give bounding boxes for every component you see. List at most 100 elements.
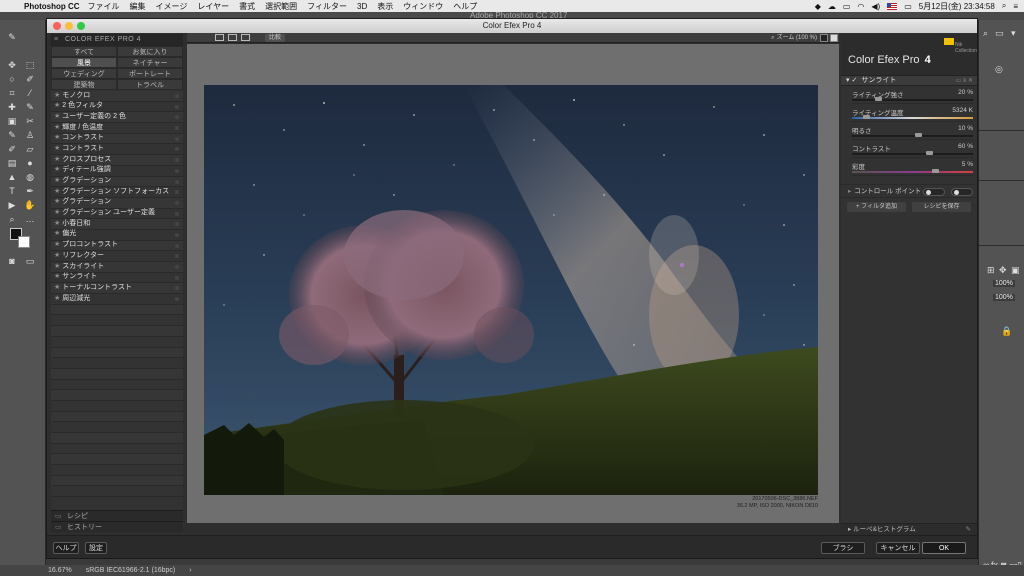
filter-item[interactable]: ★ プロコントラスト [51,240,183,252]
filter-info-icon[interactable] [175,200,179,205]
star-icon[interactable]: ★ [54,187,60,198]
clock[interactable]: 5月12日(金) 23:34:58 [919,1,995,12]
filter-info-icon[interactable] [175,158,179,163]
star-icon[interactable]: ★ [54,208,60,219]
menu-help[interactable]: ヘルプ [453,1,477,12]
filter-item[interactable]: ★ モノクロ [51,91,183,102]
history-section[interactable]: ヒストリー [51,521,183,533]
brush-tool-icon[interactable]: ✎ [24,102,36,113]
star-icon[interactable]: ★ [54,133,60,144]
slider-contrast[interactable]: コントラスト 60 % [852,140,973,158]
crop-tool-icon[interactable]: ⌗ [6,88,18,99]
filter-item[interactable]: ★ 周辺減光 [51,294,183,305]
filter-info-icon[interactable] [175,147,179,152]
menu-type[interactable]: 書式 [239,1,255,12]
workspace-icon[interactable]: ▭ [995,28,1004,39]
single-view-icon[interactable] [215,34,224,41]
slider-value[interactable]: 60 % [958,143,973,150]
menu-file[interactable]: ファイル [88,1,120,12]
slider-track[interactable] [852,135,973,137]
filter-info-icon[interactable] [175,275,179,280]
slider-knob[interactable] [915,133,922,137]
active-filter-header[interactable]: ▾ ✓ サンライト ▭ ≡ ✕ [841,75,977,86]
slider-value[interactable]: 5 % [962,161,973,168]
adjustment-icon[interactable]: ◎ [995,64,1003,75]
status-profile[interactable]: sRGB IEC61966-2.1 (16bpc) [86,567,176,574]
star-icon[interactable]: ★ [54,251,60,262]
settings-button[interactable]: 設定 [85,542,107,554]
fill-value[interactable]: 100% [993,294,1015,301]
filter-info-icon[interactable] [175,168,179,173]
cloud-icon[interactable]: ☁ [828,2,836,11]
filter-info-icon[interactable] [175,94,179,98]
star-icon[interactable]: ★ [54,176,60,187]
slider-track[interactable] [852,117,973,119]
dodge-tool-icon[interactable]: ▲ [6,172,18,183]
filter-item[interactable]: ★ クロスプロセス [51,155,183,166]
quick-mask-icon[interactable]: ◙ [6,256,18,267]
star-icon[interactable]: ★ [54,144,60,155]
filter-info-icon[interactable] [175,265,179,269]
filter-info-icon[interactable] [175,136,179,141]
menu-3d[interactable]: 3D [357,2,367,11]
star-icon[interactable]: ★ [54,219,60,230]
panel-menu-icon[interactable]: ▾ [1011,28,1016,39]
gradient-tool-icon[interactable]: ▤ [6,158,18,169]
brush-button[interactable]: ブラシ [821,542,865,554]
filter-options-icon[interactable]: ▭ ≡ ✕ [955,76,973,86]
category-wedding[interactable]: ウェディング [51,68,117,79]
status-arrow-icon[interactable]: › [189,567,191,574]
minimize-window-button[interactable] [65,22,73,30]
sponge-icon[interactable]: ◍ [24,172,36,183]
category-portrait[interactable]: ポートレート [117,68,183,79]
blur-tool-icon[interactable]: ● [24,158,36,169]
filter-info-icon[interactable] [175,232,179,237]
star-icon[interactable]: ★ [54,262,60,273]
background-white-icon[interactable] [830,34,838,42]
zoom-window-button[interactable] [77,22,85,30]
filter-item[interactable]: ★ 2 色フィルタ [51,101,183,113]
side-by-side-icon[interactable] [241,34,250,41]
filter-item[interactable]: ★ グラデーション [51,197,183,209]
slider-knob[interactable] [932,169,939,173]
star-icon[interactable]: ★ [54,197,60,208]
photo-preview[interactable] [204,85,818,495]
ok-button[interactable]: OK [922,542,966,554]
share-icon[interactable]: ⌕ [983,28,988,39]
notification-center-icon[interactable]: ≡ [1013,2,1018,11]
slider-value[interactable]: 20 % [958,89,973,96]
menu-select[interactable]: 選択範囲 [265,1,297,12]
background-black-icon[interactable] [820,34,828,42]
preview-area[interactable]: 20170506-DSC_3886.NEF 36.2 MP, ISO 2000,… [187,44,839,523]
control-points-row[interactable]: ▸ コントロール ポイント [841,184,977,198]
filter-item[interactable]: ★ ディテール強調 [51,165,183,177]
slider-light-strength[interactable]: ライティング強さ 20 % [852,86,973,104]
menu-layer[interactable]: レイヤー [197,1,229,12]
more-tools-icon[interactable]: … [24,214,36,225]
slider-value[interactable]: 5324 K [952,107,973,114]
filter-item[interactable]: ★ グラデーション ソフトフォーカス [51,187,183,198]
search-icon[interactable]: ⌕ [1002,1,1006,11]
slider-knob[interactable] [863,115,870,119]
star-icon[interactable]: ★ [54,272,60,283]
recipes-section[interactable]: レシピ [51,510,183,522]
path-select-icon[interactable]: ▶ [6,200,18,211]
slider-track[interactable] [852,153,973,155]
slider-light-temperature[interactable]: ライティング温度 5324 K [852,104,973,122]
star-icon[interactable]: ★ [54,123,60,134]
battery-icon[interactable]: ▭ [904,2,912,11]
filter-info-icon[interactable] [175,115,179,120]
pen-tool-icon[interactable]: ✒ [24,186,36,197]
star-icon[interactable]: ★ [54,294,60,305]
filter-item[interactable]: ★ グラデーション [51,176,183,188]
filter-item[interactable]: ★ 輝度 / 色温度 [51,123,183,134]
help-button[interactable]: ヘルプ [53,542,79,554]
expand-arrow-icon[interactable]: ▸ [848,188,851,195]
filter-item[interactable]: ★ サンライト [51,272,183,284]
star-icon[interactable]: ★ [54,165,60,176]
filter-item[interactable]: ★ トーナルコントラスト [51,283,183,295]
menu-window[interactable]: ウィンドウ [403,1,443,12]
menu-view[interactable]: 表示 [377,1,393,12]
dropbox-icon[interactable]: ◆ [815,2,821,11]
quick-select-icon[interactable]: ✐ [24,74,36,85]
